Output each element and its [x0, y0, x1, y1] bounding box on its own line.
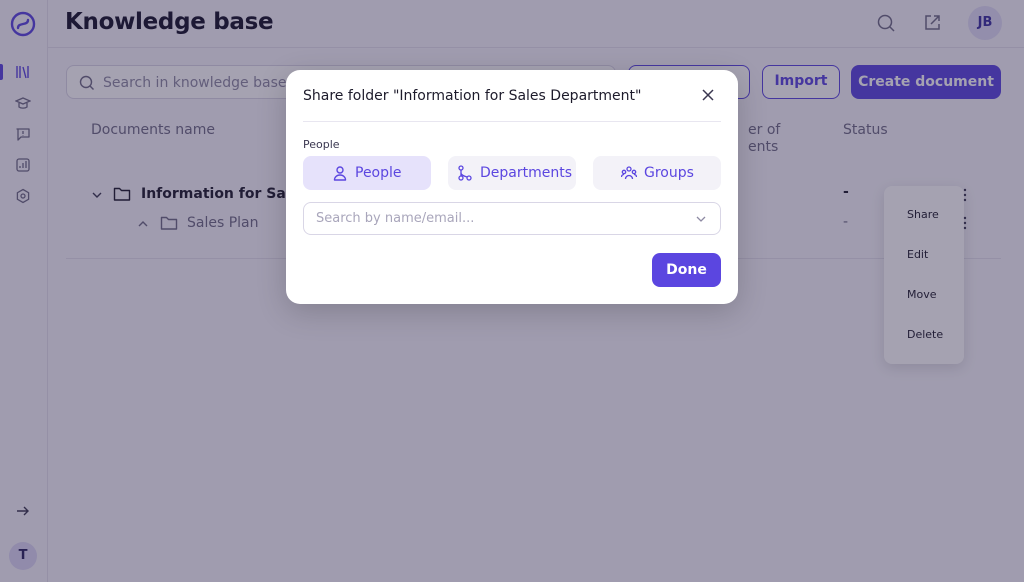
select-placeholder: Search by name/email...: [316, 211, 475, 226]
share-folder-dialog: Share folder "Information for Sales Depa…: [286, 70, 738, 304]
tab-label: People: [355, 165, 402, 181]
tab-label: Departments: [480, 165, 573, 181]
dialog-title: Share folder "Information for Sales Depa…: [303, 88, 642, 104]
people-search-select[interactable]: Search by name/email...: [303, 202, 721, 235]
done-button[interactable]: Done: [652, 253, 721, 287]
hierarchy-icon: [458, 165, 472, 181]
close-icon[interactable]: [700, 87, 716, 103]
chevron-down-icon[interactable]: [696, 215, 706, 223]
dialog-divider: [303, 121, 721, 122]
tab-people[interactable]: People: [303, 156, 431, 190]
tab-departments[interactable]: Departments: [448, 156, 576, 190]
tab-groups[interactable]: Groups: [593, 156, 721, 190]
section-label: People: [303, 138, 340, 151]
person-icon: [333, 166, 347, 181]
tab-label: Groups: [644, 165, 694, 181]
group-icon: [621, 166, 637, 180]
